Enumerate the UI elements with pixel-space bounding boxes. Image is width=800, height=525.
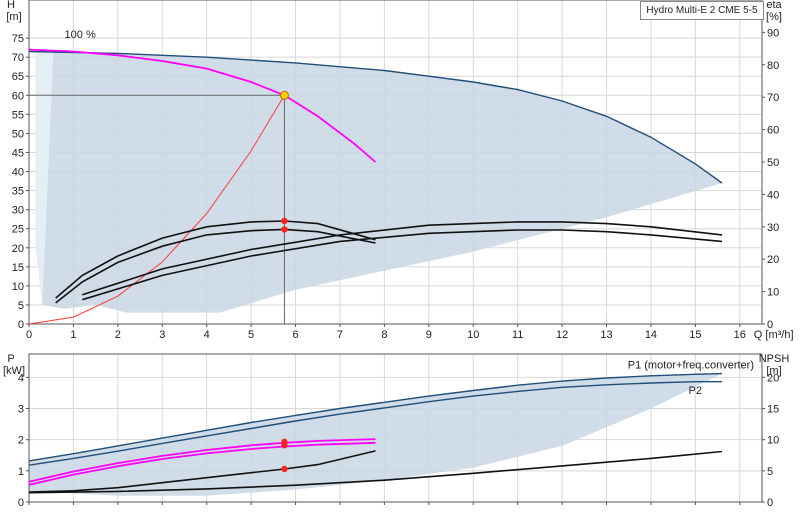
y-tick-label-left: 50 (12, 128, 24, 140)
y-tick-label-left: 5 (18, 300, 24, 312)
y-tick-label-right: 5 (767, 466, 773, 478)
x-tick-label: 0 (26, 329, 32, 341)
x-tick-label: 14 (645, 329, 657, 341)
y-tick-label-right: 70 (767, 92, 779, 104)
x-tick-label: 10 (467, 329, 479, 341)
x-tick-label: 2 (115, 329, 121, 341)
data-marker (281, 217, 288, 225)
y-tick-label-left: 0 (18, 319, 24, 331)
y-tick-label-left: 15 (12, 262, 24, 274)
y-tick-label-right: 60 (767, 125, 779, 137)
data-marker (281, 465, 288, 473)
y-tick-label-left: 40 (12, 167, 24, 179)
y-tick-label-right: 20 (767, 254, 779, 266)
operating-region (29, 373, 722, 496)
legend-label-p1: P1 (motor+freq.converter) (628, 359, 754, 371)
y-axis-title-left: H (7, 0, 15, 11)
y-axis-unit-right: [%] (766, 11, 782, 23)
y-axis-unit-right: [m] (766, 365, 781, 377)
y-axis-title-left: P (7, 353, 14, 365)
x-tick-label: 6 (292, 329, 298, 341)
y-axis-unit-left: [m] (6, 11, 21, 23)
x-tick-label: 13 (600, 329, 612, 341)
data-marker (279, 90, 289, 100)
y-tick-label-left: 25 (12, 224, 24, 236)
y-axis-title-right: NPSH (759, 353, 790, 365)
legend-label-p2: P2 (689, 385, 702, 397)
y-tick-label-right: 0 (767, 497, 773, 509)
y-tick-label-left: 55 (12, 109, 24, 121)
y-tick-label-right: 15 (767, 404, 779, 416)
y-tick-label-left: 60 (12, 90, 24, 102)
curve-annotation: 100 % (65, 29, 96, 41)
pump-curve-chart: 0510152025303540455055606570750102030405… (3, 0, 794, 509)
x-tick-label: 8 (381, 329, 387, 341)
y-tick-label-left: 45 (12, 147, 24, 159)
y-tick-label-right: 10 (767, 287, 779, 299)
y-tick-label-left: 2 (18, 435, 24, 447)
y-tick-label-right: 30 (767, 222, 779, 234)
y-tick-label-right: 90 (767, 27, 779, 39)
y-tick-label-left: 65 (12, 71, 24, 83)
y-axis-title-right: eta (766, 0, 782, 11)
y-tick-label-left: 35 (12, 186, 24, 198)
x-tick-label: 1 (70, 329, 76, 341)
y-tick-label-right: 50 (767, 157, 779, 169)
y-axis-unit-left: [kW] (3, 365, 25, 377)
x-tick-label: 9 (426, 329, 432, 341)
y-tick-label-left: 30 (12, 205, 24, 217)
chart-title: Hydro Multi-E 2 CME 5-5 (640, 1, 764, 20)
chart-stage: Hydro Multi-E 2 CME 5-5 0 5 10 15 20 25 30 35 40… (0, 0, 800, 520)
x-axis-title: Q [m³/h] (754, 329, 794, 341)
x-tick-label: 15 (689, 329, 701, 341)
data-marker (281, 442, 288, 449)
data-marker (281, 226, 288, 233)
x-tick-label: 5 (248, 329, 254, 341)
y-tick-label-right: 80 (767, 60, 779, 72)
y-tick-label-left: 75 (12, 33, 24, 45)
y-tick-label-left: 1 (18, 466, 24, 478)
x-tick-label: 4 (204, 329, 210, 341)
y-tick-label-right: 10 (767, 435, 779, 447)
y-tick-label-left: 20 (12, 243, 24, 255)
y-tick-label-left: 3 (18, 404, 24, 416)
x-tick-label: 7 (337, 329, 343, 341)
y-tick-label-left: 70 (12, 52, 24, 64)
operating-region (35, 49, 722, 313)
x-tick-label: 11 (512, 329, 523, 341)
x-tick-label: 16 (734, 329, 746, 341)
y-tick-label-left: 10 (12, 281, 24, 293)
y-tick-label-right: 40 (767, 189, 779, 201)
x-tick-label: 3 (159, 329, 165, 341)
y-tick-label-left: 0 (18, 497, 24, 509)
x-tick-label: 12 (556, 329, 568, 341)
